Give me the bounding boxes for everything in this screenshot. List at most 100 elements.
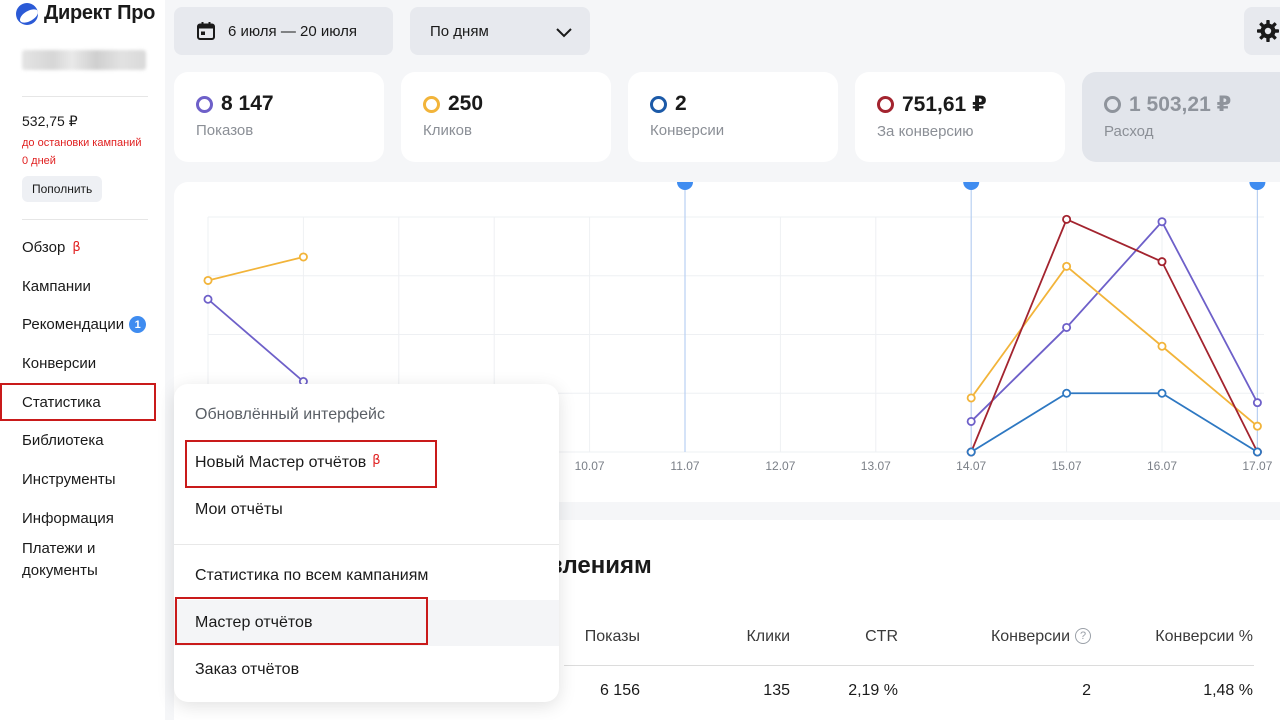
period-select-value: По дням bbox=[430, 22, 489, 40]
metric-label: За конверсию bbox=[877, 123, 974, 140]
balance-warning: до остановки кампаний 0 дней bbox=[22, 137, 142, 167]
nav-item-label: Библиотека bbox=[22, 432, 104, 450]
data-point bbox=[203, 294, 213, 304]
metric-card-impressions[interactable]: 8 147 Показов bbox=[174, 72, 384, 162]
nav-item-campaigns[interactable]: Кампании bbox=[0, 267, 165, 306]
series-toggle-icon bbox=[877, 96, 894, 113]
nav-item-statistics[interactable]: Статистика bbox=[0, 382, 156, 422]
series-toggle-icon bbox=[650, 95, 667, 113]
account-balance: 532,75 ₽ bbox=[22, 113, 78, 129]
x-tick-label: 11.07 bbox=[670, 459, 699, 473]
table-title: влениям bbox=[548, 552, 652, 579]
series-line bbox=[970, 220, 1259, 423]
menu-item-label: Статистика по всем кампаниям bbox=[195, 567, 429, 584]
data-point bbox=[966, 393, 976, 403]
table-cell-ctr: 2,19 % bbox=[848, 682, 898, 699]
nav-item-label: Обзор bbox=[22, 238, 66, 256]
metric-label: Кликов bbox=[423, 122, 472, 139]
metric-value: 2 bbox=[675, 92, 687, 115]
beta-badge: β bbox=[72, 239, 81, 255]
series-toggle-icon bbox=[1104, 96, 1121, 113]
table-cell-conversion-rate: 1,48 % bbox=[1203, 682, 1253, 699]
column-header-clicks[interactable]: Клики bbox=[746, 628, 790, 646]
x-tick-label: 10.07 bbox=[575, 459, 605, 473]
metric-label: Расход bbox=[1104, 123, 1154, 140]
help-icon[interactable]: ? bbox=[1075, 628, 1091, 644]
nav-item-payments-documents[interactable]: Платежи и документы bbox=[0, 538, 120, 588]
metric-value: 8 147 bbox=[221, 92, 274, 115]
sidebar: Директ Про 532,75 ₽ до остановки кампани… bbox=[0, 0, 165, 720]
date-range-label: 6 июля — 20 июля bbox=[228, 22, 358, 40]
data-point bbox=[966, 416, 976, 426]
data-point bbox=[1252, 421, 1262, 431]
metric-card-conversions[interactable]: 2 Конверсии bbox=[628, 72, 838, 162]
nav-item-label: Инструменты bbox=[22, 470, 116, 488]
settings-button[interactable] bbox=[1244, 7, 1280, 55]
date-range-picker[interactable]: 6 июля — 20 июля bbox=[174, 7, 393, 55]
topup-button[interactable]: Пополнить bbox=[22, 176, 103, 202]
nav-item-overview[interactable]: Обзор β bbox=[0, 228, 165, 267]
main-nav: Обзор β Кампании Рекомендации 1 Конверси… bbox=[0, 228, 165, 588]
app-logo[interactable]: Директ Про bbox=[16, 2, 155, 25]
x-tick-label: 12.07 bbox=[765, 459, 795, 473]
nav-item-conversions[interactable]: Конверсии bbox=[0, 344, 165, 383]
table-cell-conversions: 2 bbox=[1082, 682, 1091, 699]
nav-item-tools[interactable]: Инструменты bbox=[0, 460, 165, 499]
menu-item-label: Заказ отчётов bbox=[195, 661, 300, 678]
divider bbox=[22, 219, 148, 220]
menu-item-my-reports[interactable]: Мои отчёты bbox=[174, 487, 559, 533]
event-marker-pin bbox=[677, 182, 693, 190]
nav-item-information[interactable]: Информация bbox=[0, 499, 165, 538]
series-line bbox=[970, 392, 1258, 453]
nav-item-recommendations[interactable]: Рекомендации 1 bbox=[0, 305, 165, 344]
nav-item-label: Платежи и документы bbox=[22, 539, 98, 579]
series-toggle-icon bbox=[423, 95, 440, 113]
account-name-blurred[interactable] bbox=[22, 50, 146, 70]
menu-divider bbox=[174, 544, 559, 545]
menu-item-label: Мои отчёты bbox=[195, 501, 283, 518]
highlight-box-report-wizard bbox=[175, 597, 428, 645]
series-line bbox=[207, 298, 304, 383]
menu-item-all-campaigns-stats[interactable]: Статистика по всем кампаниям bbox=[174, 553, 559, 599]
data-point bbox=[1252, 398, 1262, 408]
nav-item-label: Информация bbox=[22, 509, 114, 527]
data-point bbox=[1157, 257, 1167, 267]
divider bbox=[22, 96, 148, 97]
gear-icon bbox=[1257, 20, 1279, 42]
event-marker-pin bbox=[1249, 182, 1266, 190]
notification-count-badge: 1 bbox=[129, 316, 147, 334]
statistics-dropdown-menu: Обновлённый интерфейс Новый Мастер отчёт… bbox=[174, 384, 559, 702]
column-header-conversion-rate[interactable]: Конверсии % bbox=[1155, 628, 1253, 646]
data-point bbox=[1157, 341, 1167, 351]
yandex-direct-logo-icon bbox=[16, 2, 38, 25]
x-tick-label: 13.07 bbox=[861, 459, 891, 473]
menu-item-updated-interface[interactable]: Обновлённый интерфейс bbox=[174, 392, 559, 438]
nav-item-label: Рекомендации bbox=[22, 316, 125, 334]
calendar-icon bbox=[197, 22, 215, 40]
data-point bbox=[298, 252, 308, 262]
highlight-box-new-report-wizard bbox=[185, 440, 437, 488]
x-tick-label: 17.07 bbox=[1242, 459, 1272, 473]
x-tick-label: 15.07 bbox=[1052, 459, 1082, 473]
data-point bbox=[966, 447, 976, 457]
metric-card-clicks[interactable]: 250 Кликов bbox=[401, 72, 611, 162]
column-header-label: Конверсии bbox=[990, 628, 1070, 645]
period-select[interactable]: По дням bbox=[410, 7, 590, 55]
data-point bbox=[1252, 447, 1262, 457]
column-header-conversions[interactable]: Конверсии ? bbox=[991, 628, 1091, 646]
table-cell-impressions: 6 156 bbox=[599, 682, 640, 699]
data-point bbox=[1062, 261, 1072, 271]
metric-card-cost-per-conversion[interactable]: 751,61 ₽ За конверсию bbox=[855, 72, 1065, 162]
menu-item-order-reports[interactable]: Заказ отчётов bbox=[174, 647, 559, 693]
column-header-ctr[interactable]: CTR bbox=[865, 628, 898, 646]
data-point bbox=[203, 275, 213, 285]
data-point bbox=[1062, 214, 1072, 224]
nav-item-library[interactable]: Библиотека bbox=[0, 421, 165, 460]
column-header-impressions[interactable]: Показы bbox=[585, 628, 640, 646]
data-point bbox=[1062, 322, 1072, 332]
metric-card-spend[interactable]: 1 503,21 ₽ Расход bbox=[1082, 72, 1280, 162]
table-cell-clicks: 135 bbox=[763, 682, 790, 699]
menu-item-label: Обновлённый интерфейс bbox=[195, 406, 385, 423]
data-point bbox=[1062, 388, 1072, 398]
data-point bbox=[1157, 217, 1167, 227]
